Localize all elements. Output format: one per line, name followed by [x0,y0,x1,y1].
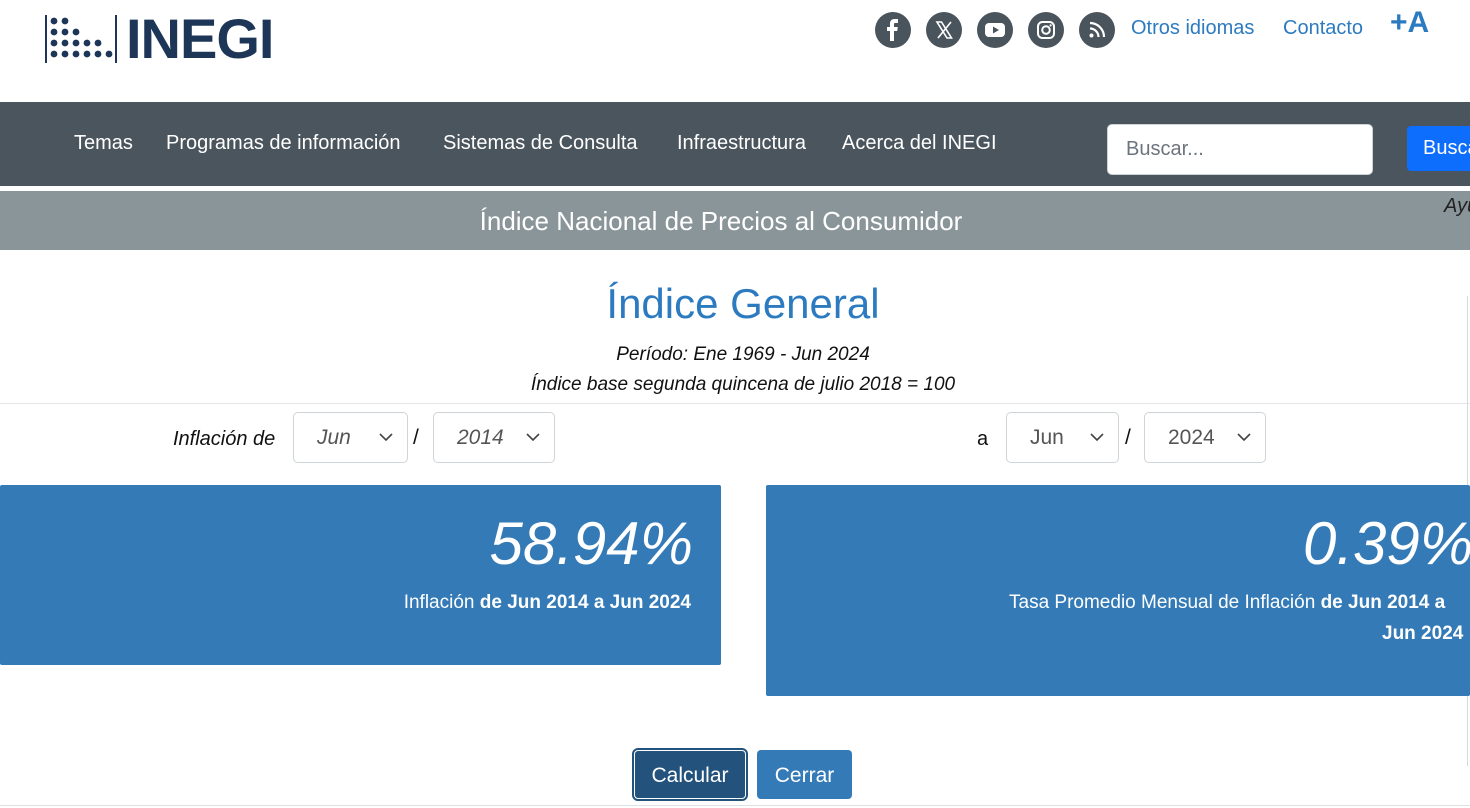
nav-item-programas[interactable]: Programas de información [166,132,401,155]
nav-item-infraestructura[interactable]: Infraestructura [677,132,806,155]
rss-icon[interactable] [1079,12,1115,48]
from-label: Inflación de [173,428,276,450]
to-month-select[interactable]: Jun [1006,412,1119,463]
from-month-value: Jun [317,426,351,449]
to-year-select[interactable]: 2024 [1144,412,1266,463]
divider [0,403,1470,404]
search-button[interactable]: Buscar [1407,126,1470,171]
contact-link[interactable]: Contacto [1283,17,1363,40]
section-banner: Índice Nacional de Precios al Consumidor [0,191,1470,250]
monthly-rate-card: 0.39% Tasa Promedio Mensual de Inflación… [766,485,1470,696]
other-languages-link[interactable]: Otros idiomas [1131,17,1254,40]
search-input[interactable] [1107,124,1373,175]
increase-font-button[interactable]: +A [1390,6,1429,40]
banner-title: Índice Nacional de Precios al Consumidor [479,206,963,236]
base-index-text: Índice base segunda quincena de julio 20… [530,374,956,395]
monthly-rate-description: Tasa Promedio Mensual de Inflación de Ju… [1009,592,1446,613]
youtube-icon[interactable] [977,12,1013,48]
chevron-down-icon [379,433,393,442]
chevron-down-icon [1090,433,1104,442]
page-title: Índice General [606,280,880,327]
chevron-down-icon [526,433,540,442]
period-text: Período: Ene 1969 - Jun 2024 [616,344,870,365]
from-year-select[interactable]: 2014 [433,412,555,463]
to-year-value: 2024 [1168,426,1215,449]
social-links [875,12,1115,48]
inegi-logo[interactable]: INEGI [44,7,274,70]
nav-item-temas[interactable]: Temas [74,132,133,155]
nav-item-acerca[interactable]: Acerca del INEGI [842,132,997,155]
close-button[interactable]: Cerrar [757,750,852,799]
from-year-value: 2014 [457,426,504,449]
help-link[interactable]: Ayuda [1444,195,1470,218]
to-label: a [977,428,989,450]
calculate-button[interactable]: Calcular [634,750,746,799]
inflation-description: Inflación de Jun 2014 a Jun 2024 [403,592,691,613]
from-month-select[interactable]: Jun [293,412,408,463]
bottom-divider [0,805,1470,806]
inflation-value: 58.94% [489,510,694,577]
to-month-value: Jun [1030,426,1064,449]
instagram-icon[interactable] [1028,12,1064,48]
facebook-icon[interactable] [875,12,911,48]
date-separator: / [413,426,419,449]
logo-text: INEGI [126,7,274,70]
monthly-rate-value: 0.39% [1303,510,1470,577]
nav-item-sistemas[interactable]: Sistemas de Consulta [443,132,638,155]
inflation-result-card: 58.94% Inflación de Jun 2014 a Jun 2024 [0,485,721,665]
monthly-rate-description-line2: Jun 2024 [1382,623,1464,644]
logo-dots-icon [45,15,117,63]
chevron-down-icon [1237,433,1251,442]
date-separator: / [1125,426,1131,449]
x-icon[interactable] [926,12,962,48]
